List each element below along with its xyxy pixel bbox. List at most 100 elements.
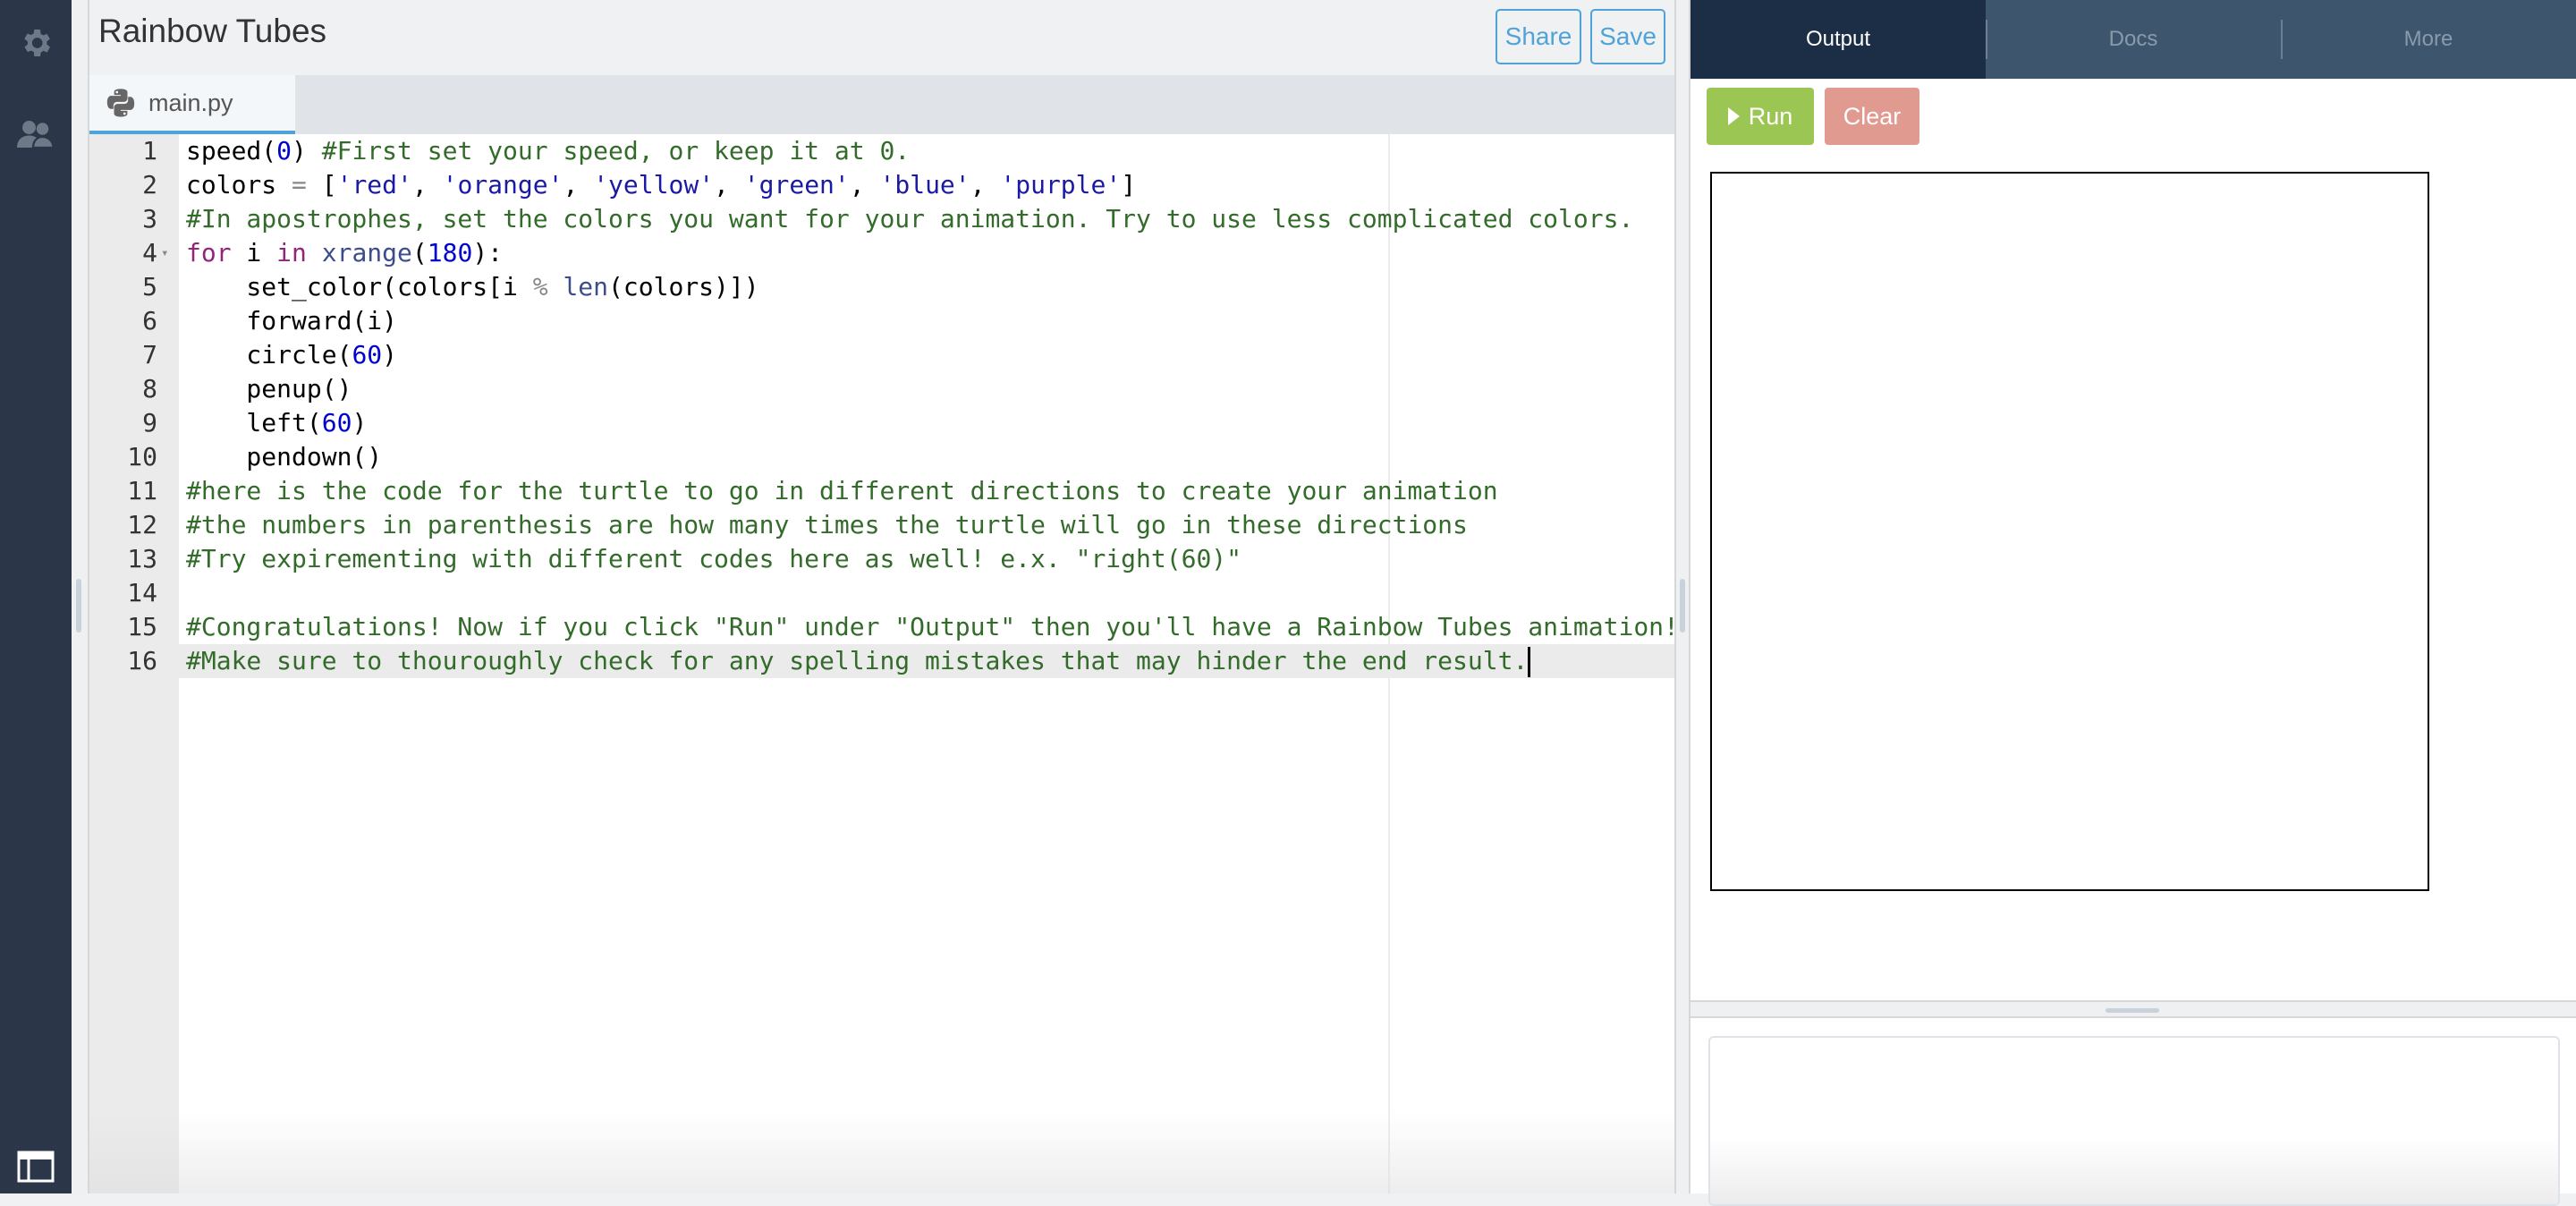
code-text: #Make sure to thouroughly check for any … [186,644,1531,678]
code-text: #the numbers in parenthesis are how many… [186,508,1468,542]
code-line[interactable]: 5 set_color(colors[i % len(colors)]) [89,270,1674,304]
file-tab-label: main.py [148,89,233,116]
code-token: circle( [186,340,352,369]
code-text: forward(i) [186,304,397,338]
line-number: 14 [127,578,157,607]
code-token: 'purple' [1000,170,1122,200]
code-token: , [849,170,880,200]
code-line[interactable]: 6 forward(i) [89,304,1674,338]
code-line[interactable]: 8 penup() [89,372,1674,406]
code-token: penup() [186,374,352,403]
line-number: 11 [127,476,157,505]
code-line[interactable]: 16 #Make sure to thouroughly check for an… [89,644,1674,678]
layout-icon[interactable] [16,1149,55,1185]
code-token: 60 [352,340,383,369]
code-editor[interactable]: 1 speed(0) #First set your speed, or keep… [89,134,1679,1193]
code-line[interactable]: 14 [89,576,1674,610]
code-token: ( [411,238,428,268]
code-line[interactable]: 2 colors = ['red', 'orange', 'yellow', 'g… [89,168,1674,202]
code-token: ) [292,136,322,166]
code-text: left(60) [186,406,367,440]
code-line[interactable]: 12 #the numbers in parenthesis are how ma… [89,508,1674,542]
code-line[interactable]: 10 pendown() [89,440,1674,474]
tab-output[interactable]: Output [1690,0,1986,79]
code-token: 'red' [336,170,412,200]
tab-more[interactable]: More [2281,0,2576,79]
run-label: Run [1748,102,1793,130]
code-text: circle(60) [186,338,397,372]
code-line[interactable]: 4 ▾ for i in xrange(180): [89,236,1674,270]
file-tab-main-py[interactable]: main.py [89,75,295,135]
code-token: for [186,238,232,268]
console-output[interactable] [1708,1036,2560,1206]
splitter-handle[interactable] [1680,579,1685,633]
code-token: i [231,238,277,268]
code-token: ) [382,340,398,369]
line-number: 13 [127,544,157,573]
turtle-canvas[interactable] [1710,172,2429,891]
code-token: % [532,272,548,302]
code-token: xrange [321,238,412,268]
output-pane: Output Docs More Run Clear [1690,0,2576,1206]
code-token: 0 [276,136,292,166]
play-icon [1727,107,1740,125]
tab-docs[interactable]: Docs [1986,0,2281,79]
clear-button[interactable]: Clear [1825,88,1919,145]
editor-output-splitter[interactable] [1674,0,1690,1193]
line-number: 4 [142,238,157,268]
share-button[interactable]: Share [1496,9,1581,64]
code-token: 'yellow' [593,170,715,200]
line-number: 6 [142,306,157,335]
left-panel-splitter[interactable] [72,0,89,1193]
line-number: 12 [127,510,157,539]
code-line[interactable]: 15 #Congratulations! Now if you click "Ru… [89,610,1679,644]
line-number: 5 [142,272,157,302]
splitter-handle[interactable] [2106,1008,2159,1013]
line-number: 10 [127,442,157,471]
left-rail [0,0,72,1193]
code-token: len [563,272,609,302]
code-token: speed( [186,136,277,166]
fold-toggle-icon[interactable]: ▾ [161,236,168,270]
code-text: #Congratulations! Now if you click "Run"… [186,610,1679,644]
code-token: #Congratulations! Now if you click "Run"… [186,612,1679,641]
code-token: colors [186,170,292,200]
file-tab-bar: main.py [89,75,1674,135]
code-text: #Try expirementing with different codes … [186,542,1241,576]
users-icon[interactable] [16,115,55,154]
code-token: left( [186,408,322,437]
code-token: #the numbers in parenthesis are how many… [186,510,1468,539]
line-number: 8 [142,374,157,403]
gear-icon[interactable] [16,23,55,63]
code-line[interactable]: 11 #here is the code for the turtle to go… [89,474,1674,508]
code-token: forward(i) [186,306,398,335]
code-line[interactable]: 7 circle(60) [89,338,1674,372]
text-cursor [1528,647,1531,677]
code-line[interactable]: 3 #In apostrophes, set the colors you wan… [89,202,1674,236]
code-token: 180 [427,238,473,268]
splitter-handle[interactable] [76,579,81,633]
code-text: set_color(colors[i % len(colors)]) [186,270,758,304]
code-token: pendown() [186,442,383,471]
run-button[interactable]: Run [1707,88,1814,145]
line-number: 2 [142,170,157,200]
code-token: 'blue' [879,170,970,200]
editor-pane: Rainbow Tubes Share Save main.py 1 speed(… [89,0,1679,1193]
code-token: , [970,170,1001,200]
code-token: in [276,238,307,268]
code-line[interactable]: 1 speed(0) #First set your speed, or keep… [89,134,1674,168]
code-line[interactable]: 9 left(60) [89,406,1674,440]
line-number: 9 [142,408,157,437]
code-token: ): [472,238,504,268]
code-token: 'orange' [442,170,564,200]
code-line[interactable]: 13 #Try expirementing with different code… [89,542,1674,576]
code-token: #here is the code for the turtle to go i… [186,476,1498,505]
code-text: penup() [186,372,352,406]
output-tabs: Output Docs More [1690,0,2576,79]
save-button[interactable]: Save [1590,9,1665,64]
code-token: ] [1121,170,1137,200]
code-lines[interactable]: 1 speed(0) #First set your speed, or keep… [89,134,1679,678]
output-console-splitter[interactable] [1690,1000,2576,1018]
